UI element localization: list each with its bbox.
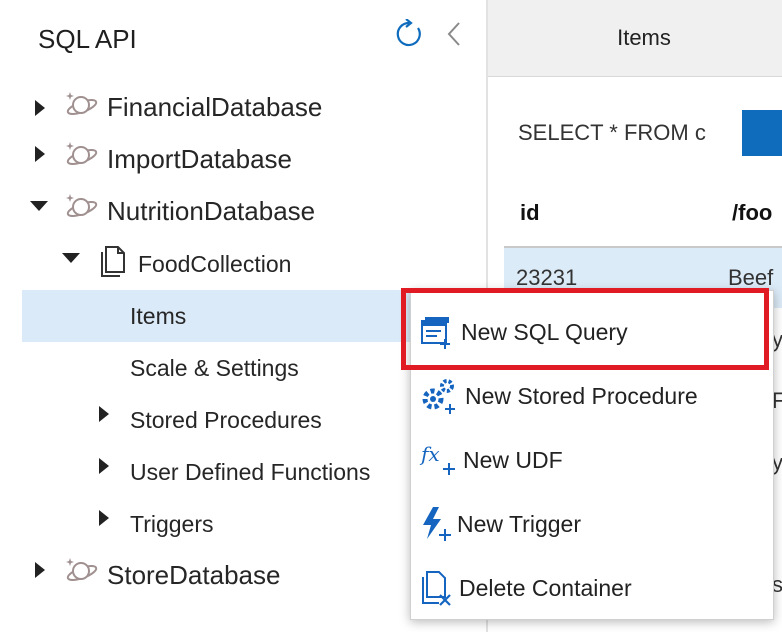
highlight-annotation [401,288,769,370]
database-icon [66,142,98,165]
column-header-id[interactable]: id [520,200,540,226]
tab-items[interactable]: Items [488,0,782,76]
tree-item-label: User Defined Functions [130,459,371,485]
menu-item-new-trigger[interactable]: New Trigger [411,493,773,557]
menu-item-label: Delete Container [459,575,632,601]
tree-item-financial-database[interactable]: FinancialDatabase [22,82,487,134]
collection-icon [101,246,125,277]
query-filter-text[interactable]: SELECT * FROM c [518,120,706,146]
caret-right-icon[interactable] [33,100,47,116]
tree-item-food-collection[interactable]: FoodCollection [22,238,487,290]
tree-item-label: Items [130,303,187,329]
udf-icon: fx [419,442,455,475]
tree-item-label: FinancialDatabase [107,92,323,122]
caret-right-icon[interactable] [33,562,47,578]
caret-right-icon[interactable] [97,406,111,422]
menu-item-new-stored-procedure[interactable]: New Stored Procedure [411,365,773,429]
tree-item-label: StoreDatabase [107,560,281,590]
collapse-panel-icon[interactable] [445,20,463,48]
caret-down-icon[interactable] [30,200,48,212]
menu-item-label: New Stored Procedure [465,383,698,409]
delete-container-icon [422,571,451,606]
menu-item-label: New UDF [463,447,563,473]
tree-item-label: NutritionDatabase [107,196,316,226]
refresh-icon[interactable] [394,19,424,49]
tree-item-label: FoodCollection [138,251,292,277]
tree-item-label: Triggers [130,511,214,537]
apply-filter-button[interactable] [742,110,782,156]
caret-right-icon[interactable] [33,146,47,162]
api-title: SQL API [38,24,137,54]
tree-item-label: Stored Procedures [130,407,322,433]
menu-item-label: New Trigger [457,511,581,537]
caret-right-icon[interactable] [97,458,111,474]
menu-item-new-udf[interactable]: fx New UDF [411,429,773,493]
column-header-food[interactable]: /foo [732,200,772,226]
svg-text:fx: fx [419,442,440,466]
tree-item-label: ImportDatabase [107,144,292,174]
database-icon [66,92,98,115]
caret-down-icon[interactable] [62,252,80,264]
stored-procedure-icon [422,379,455,414]
tree-item-label: Scale & Settings [130,355,299,381]
database-icon [66,558,98,581]
tree-item-nutrition-database[interactable]: NutritionDatabase [22,186,487,238]
database-icon [66,194,98,217]
caret-right-icon[interactable] [97,510,111,526]
tree-item-import-database[interactable]: ImportDatabase [22,134,487,186]
trigger-icon [423,507,451,541]
menu-item-delete-container[interactable]: Delete Container [411,557,773,621]
